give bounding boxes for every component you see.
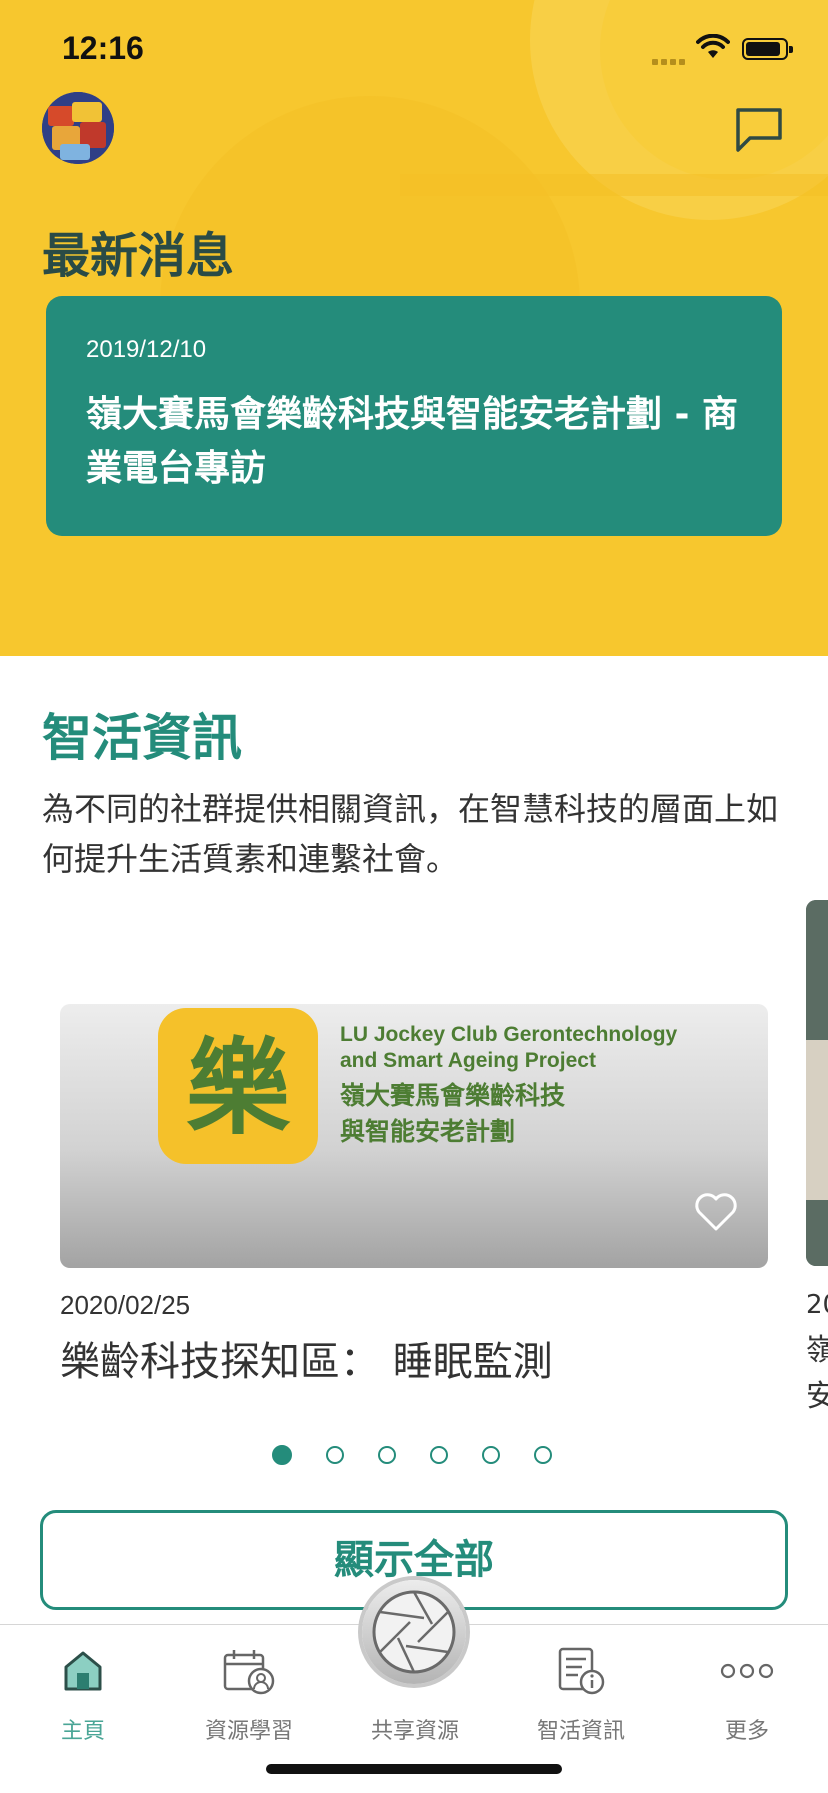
pagination-dot[interactable]	[272, 1445, 292, 1465]
share-camera-button[interactable]	[362, 1580, 466, 1684]
status-time: 12:16	[62, 30, 144, 66]
pagination-dot[interactable]	[430, 1446, 448, 1464]
battery-icon	[742, 38, 793, 60]
avatar-image	[42, 92, 114, 164]
calendar-user-icon	[223, 1650, 275, 1695]
next-card-text-peek: 20 嶺 安	[806, 1290, 828, 1414]
status-bar: 12:16	[0, 0, 828, 96]
news-date: 2019/12/10	[86, 336, 207, 363]
cellular-signal-icon	[652, 50, 690, 65]
tab-label: 更多	[724, 1719, 769, 1744]
tab-smart-info[interactable]: 智活資訊	[498, 1639, 664, 1749]
pagination-dot[interactable]	[534, 1446, 552, 1464]
pagination-dot[interactable]	[482, 1446, 500, 1464]
tab-label: 智活資訊	[536, 1719, 625, 1744]
chat-icon[interactable]	[734, 106, 784, 154]
svg-text:樂: 樂	[186, 1027, 291, 1149]
favorite-heart-icon[interactable]	[694, 1192, 738, 1232]
document-info-icon	[558, 1647, 605, 1695]
home-icon	[64, 1651, 102, 1691]
tab-more[interactable]: 更多	[664, 1639, 828, 1749]
news-section-title: 最新消息	[42, 228, 235, 284]
wifi-icon	[696, 34, 730, 58]
camera-aperture-icon	[372, 1590, 456, 1674]
project-logo: 樂	[158, 1008, 318, 1164]
avatar[interactable]	[42, 92, 114, 164]
tab-label: 共享資源	[370, 1719, 459, 1744]
card-date: 2020/02/25	[60, 1290, 191, 1320]
pagination-dot[interactable]	[378, 1446, 396, 1464]
header-banner: 12:16 最新消息 2019/12/10 嶺大賽馬會樂齡科技與智能安老計劃 -…	[0, 0, 828, 656]
tab-label: 主頁	[60, 1719, 105, 1744]
card-image: 樂 LU Jockey Club Gerontechnology and Sma…	[60, 1004, 768, 1268]
more-icon	[720, 1663, 774, 1679]
decor-band	[400, 174, 828, 196]
news-card[interactable]: 2019/12/10 嶺大賽馬會樂齡科技與智能安老計劃 - 商業電台專訪	[46, 296, 782, 536]
home-indicator	[266, 1764, 562, 1774]
tab-home[interactable]: 主頁	[0, 1639, 166, 1749]
tab-resources-learning[interactable]: 資源學習	[166, 1639, 332, 1749]
info-card[interactable]: 樂 LU Jockey Club Gerontechnology and Sma…	[60, 1004, 768, 1387]
next-card-peek[interactable]	[806, 900, 828, 1266]
section-title: 智活資訊	[42, 709, 242, 767]
section-description: 為不同的社群提供相關資訊，在智慧科技的層面上如何提升生活質素和連繫社會。	[42, 790, 779, 878]
news-headline: 嶺大賽馬會樂齡科技與智能安老計劃 - 商業電台專訪	[86, 394, 739, 489]
pagination-dot[interactable]	[326, 1446, 344, 1464]
tab-label: 資源學習	[204, 1719, 293, 1744]
card-title: 樂齡科技探知區： 睡眠監測	[60, 1339, 553, 1385]
logo-caption: LU Jockey Club Gerontechnology and Smart…	[340, 1023, 678, 1146]
